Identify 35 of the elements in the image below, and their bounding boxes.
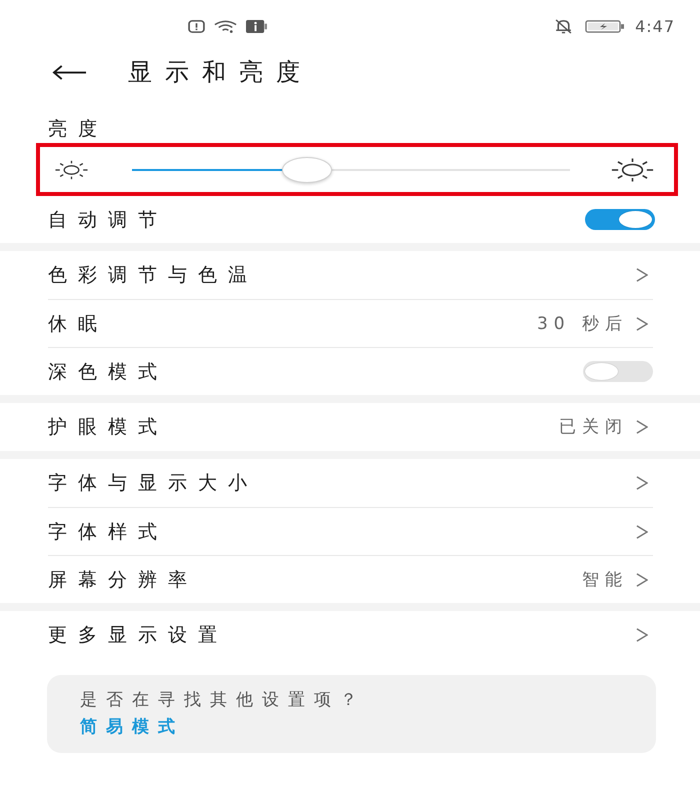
chevron-icon[interactable] (636, 572, 648, 586)
mute-icon (554, 18, 574, 34)
row-label[interactable]: 更多显示设置 (48, 622, 228, 648)
chevron-icon[interactable] (636, 476, 648, 490)
sun-icon (611, 158, 654, 182)
toggle-switch[interactable] (583, 361, 653, 382)
section-label: 亮度 (48, 117, 108, 142)
battery-icon (585, 20, 626, 32)
row-label: 自动调节 (48, 208, 168, 232)
chevron-icon[interactable] (636, 420, 648, 434)
row-label[interactable]: 字体与显示大小 (48, 470, 258, 496)
brightness-slider[interactable] (132, 156, 570, 182)
row-value: 已关闭 (559, 416, 628, 438)
row-label[interactable]: 色彩调节与色温 (48, 262, 258, 288)
alert-icon (188, 20, 205, 32)
chevron-icon[interactable] (636, 628, 648, 642)
suggestion-text: 是否在寻找其他设置项？ (80, 689, 366, 712)
row-label[interactable]: 护眼模式 (48, 414, 168, 440)
slider-thumb[interactable] (282, 156, 332, 182)
sun-icon (54, 160, 89, 180)
wifi-icon (213, 20, 238, 32)
row-label[interactable]: 屏幕分辨率 (48, 566, 198, 592)
row-value: 智能 (582, 568, 628, 590)
chevron-icon[interactable] (636, 524, 648, 538)
chevron-icon[interactable] (636, 268, 648, 282)
status-time: 4:47 (635, 16, 675, 36)
row-label[interactable]: 字体样式 (48, 518, 168, 544)
row-label[interactable]: 休眠 (48, 310, 108, 336)
back-icon[interactable] (52, 64, 87, 80)
toggle-switch[interactable] (585, 209, 655, 230)
info-icon (246, 20, 267, 32)
row-label[interactable]: 深色模式 (48, 358, 168, 384)
row-value: 30 秒后 (536, 312, 628, 334)
chevron-icon[interactable] (636, 316, 648, 330)
page-title: 显示和亮度 (128, 57, 313, 87)
